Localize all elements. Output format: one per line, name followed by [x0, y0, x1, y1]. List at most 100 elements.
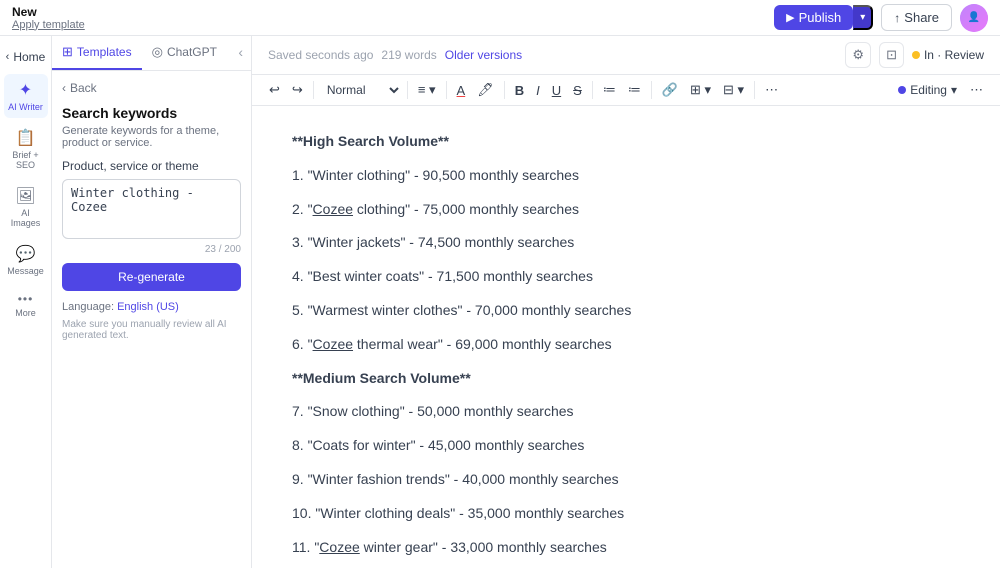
- main-layout: ‹ Home ✦ AI Writer 📋 Brief + SEO 🖼 AI Im…: [0, 36, 1000, 568]
- older-versions-link[interactable]: Older versions: [445, 48, 522, 62]
- panel-body: ‹ Back Search keywords Generate keywords…: [52, 71, 251, 568]
- highlight-button[interactable]: 🖊: [472, 79, 499, 101]
- fullscreen-icon-button[interactable]: ⊡: [879, 42, 904, 68]
- grid-icon: ⊞: [62, 44, 73, 60]
- toolbar-sep-7: [754, 81, 755, 99]
- bold-button[interactable]: B: [510, 80, 529, 101]
- editor-area: Saved seconds ago 219 words Older versio…: [252, 36, 1000, 568]
- sparkle-icon: ✦: [19, 80, 32, 100]
- field-label: Product, service or theme: [62, 159, 241, 173]
- settings-icon-button[interactable]: ⚙: [845, 42, 871, 68]
- document-title: New: [12, 5, 85, 19]
- home-label: Home: [13, 50, 45, 64]
- font-color-button[interactable]: A: [452, 80, 471, 101]
- collapse-panel-button[interactable]: ‹: [230, 36, 251, 70]
- item-11: 11. "Cozee winter gear" - 33,000 monthly…: [292, 536, 960, 560]
- image-icon: 🖼: [15, 186, 35, 206]
- top-bar-actions: ▶ Publish ▾ ↑ Share 👤: [774, 4, 988, 32]
- toolbar-sep-3: [446, 81, 447, 99]
- chevron-left-icon: ‹: [6, 51, 10, 63]
- item-7: 7. "Snow clothing" - 50,000 monthly sear…: [292, 400, 960, 424]
- item-10: 10. "Winter clothing deals" - 35,000 mon…: [292, 502, 960, 526]
- publish-dropdown-button[interactable]: ▾: [853, 5, 873, 30]
- underline-button[interactable]: U: [547, 80, 566, 101]
- editor-meta-right: ⚙ ⊡ In · Review: [845, 42, 984, 68]
- toolbar-sep-4: [504, 81, 505, 99]
- back-button[interactable]: ‹ Back: [62, 81, 241, 95]
- top-bar-title-group: New Apply template: [12, 5, 85, 31]
- language-link[interactable]: English (US): [117, 301, 179, 313]
- tab-templates[interactable]: ⊞ Templates: [52, 36, 142, 70]
- align-button[interactable]: ≡ ▾: [413, 79, 441, 101]
- tab-chatgpt[interactable]: ◎ ChatGPT: [142, 36, 227, 70]
- top-bar: New Apply template ▶ Publish ▾ ↑ Share 👤: [0, 0, 1000, 36]
- cozee-link-2: Cozee: [313, 201, 353, 217]
- word-count: 219 words: [381, 48, 436, 62]
- editing-dropdown-icon: ▾: [951, 83, 957, 97]
- editor-toolbar: ↩ ↪ Normal Heading 1 Heading 2 ≡ ▾ A 🖊 B…: [252, 75, 1000, 106]
- medium-volume-header: **Medium Search Volume**: [292, 370, 471, 386]
- bullet-list-button[interactable]: ≔: [598, 79, 621, 101]
- sidebar-item-brief-seo[interactable]: 📋 Brief + SEO: [4, 122, 48, 176]
- language-setting: Language: English (US): [62, 301, 241, 313]
- status-dot: [912, 51, 920, 59]
- toolbar-sep-2: [407, 81, 408, 99]
- panel-subtitle: Generate keywords for a theme, product o…: [62, 125, 241, 149]
- char-count: 23 / 200: [62, 244, 241, 255]
- editing-mode-dot: [898, 86, 906, 94]
- editing-mode-label: Editing: [910, 83, 947, 97]
- cozee-link-6: Cozee: [313, 336, 353, 352]
- item-2: 2. "Cozee clothing" - 75,000 monthly sea…: [292, 198, 960, 222]
- undo-button[interactable]: ↩: [264, 79, 285, 101]
- avatar[interactable]: 👤: [960, 4, 988, 32]
- play-icon: ▶: [786, 11, 794, 24]
- more-formats-button[interactable]: ⋯: [760, 79, 783, 101]
- item-8: 8. "Coats for winter" - 45,000 monthly s…: [292, 434, 960, 458]
- item-3: 3. "Winter jackets" - 74,500 monthly sea…: [292, 231, 960, 255]
- item-5: 5. "Warmest winter clothes" - 70,000 mon…: [292, 299, 960, 323]
- item-6: 6. "Cozee thermal wear" - 69,000 monthly…: [292, 333, 960, 357]
- publish-button[interactable]: ▶ Publish: [774, 5, 853, 30]
- status-badge: In · Review: [912, 48, 984, 62]
- image-button[interactable]: ⊞ ▾: [685, 79, 716, 101]
- item-1: 1. "Winter clothing" - 90,500 monthly se…: [292, 164, 960, 188]
- italic-button[interactable]: I: [531, 80, 545, 101]
- toolbar-sep-1: [313, 81, 314, 99]
- link-button[interactable]: 🔗: [657, 79, 683, 101]
- item-4: 4. "Best winter coats" - 71,500 monthly …: [292, 265, 960, 289]
- sidebar-item-message[interactable]: 💬 Message: [4, 238, 48, 282]
- sidebar-item-more[interactable]: ••• More: [4, 286, 48, 324]
- table-button[interactable]: ⊟ ▾: [718, 79, 749, 101]
- cozee-link-11: Cozee: [319, 539, 359, 555]
- message-icon: 💬: [16, 244, 36, 264]
- templates-panel: ⊞ Templates ◎ ChatGPT ‹ ‹ Back Search ke…: [52, 36, 252, 568]
- sidebar-item-ai-images[interactable]: 🖼 AI Images: [4, 180, 48, 234]
- apply-template-link[interactable]: Apply template: [12, 19, 85, 31]
- toolbar-overflow-button[interactable]: ⋯: [965, 79, 988, 101]
- share-button[interactable]: ↑ Share: [881, 4, 952, 31]
- editing-mode-selector[interactable]: Editing ▾: [892, 80, 963, 100]
- publish-button-group: ▶ Publish ▾: [774, 5, 873, 30]
- home-button[interactable]: ‹ Home: [0, 44, 53, 70]
- toolbar-right: Editing ▾: [892, 80, 963, 100]
- back-chevron-icon: ‹: [62, 81, 66, 95]
- toolbar-sep-6: [651, 81, 652, 99]
- toolbar-sep-5: [592, 81, 593, 99]
- regenerate-button[interactable]: Re-generate: [62, 263, 241, 291]
- share-icon: ↑: [894, 11, 900, 25]
- sidebar-item-ai-writer[interactable]: ✦ AI Writer: [4, 74, 48, 118]
- panel-title: Search keywords: [62, 105, 241, 121]
- editor-content[interactable]: **High Search Volume** 1. "Winter clothi…: [252, 106, 1000, 568]
- product-theme-input[interactable]: [62, 179, 241, 239]
- redo-button[interactable]: ↪: [287, 79, 308, 101]
- editor-meta-bar: Saved seconds ago 219 words Older versio…: [252, 36, 1000, 75]
- item-9: 9. "Winter fashion trends" - 40,000 mont…: [292, 468, 960, 492]
- document-icon: 📋: [16, 128, 36, 148]
- strikethrough-button[interactable]: S: [568, 80, 587, 101]
- icon-sidebar: ‹ Home ✦ AI Writer 📋 Brief + SEO 🖼 AI Im…: [0, 36, 52, 568]
- style-select[interactable]: Normal Heading 1 Heading 2: [319, 80, 402, 100]
- high-volume-header: **High Search Volume**: [292, 133, 449, 149]
- editor-meta-left: Saved seconds ago 219 words Older versio…: [268, 48, 522, 62]
- numbered-list-button[interactable]: ≔: [623, 79, 646, 101]
- document-body: **High Search Volume** 1. "Winter clothi…: [292, 130, 960, 568]
